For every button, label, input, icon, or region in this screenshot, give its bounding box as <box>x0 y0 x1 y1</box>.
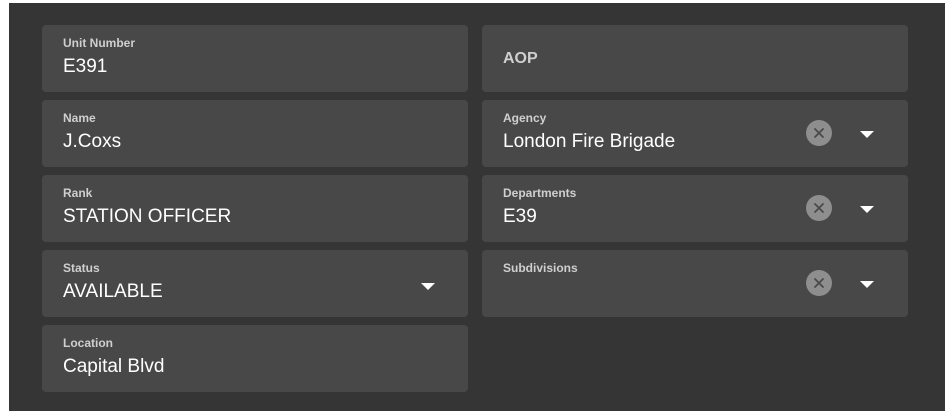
clear-x-icon[interactable] <box>806 120 832 146</box>
clear-x-glyph <box>814 203 824 213</box>
subdivisions-label: Subdivisions <box>503 261 578 275</box>
clear-x-icon[interactable] <box>806 195 832 221</box>
dropdown-caret-icon[interactable] <box>860 131 874 138</box>
name-value[interactable]: J.Coxs <box>63 131 121 153</box>
rank-label: Rank <box>63 186 93 200</box>
clear-x-icon[interactable] <box>806 270 832 296</box>
agency-value: London Fire Brigade <box>503 131 676 152</box>
dropdown-caret-icon[interactable] <box>421 283 435 290</box>
unit-number-value[interactable]: E391 <box>63 56 107 78</box>
departments-value: E39 <box>503 206 537 227</box>
location-value[interactable]: Capital Blvd <box>63 356 164 378</box>
agency-select[interactable]: Agency London Fire Brigade <box>482 100 908 167</box>
departments-label: Departments <box>503 186 577 200</box>
rank-field[interactable]: Rank STATION OFFICER <box>42 175 468 242</box>
location-field[interactable]: Location Capital Blvd <box>42 325 468 392</box>
rank-value[interactable]: STATION OFFICER <box>63 206 231 228</box>
status-value: AVAILABLE <box>63 281 163 302</box>
clear-x-glyph <box>814 128 824 138</box>
status-label: Status <box>63 261 100 275</box>
unit-number-field[interactable]: Unit Number E391 <box>42 25 468 92</box>
status-select[interactable]: Status AVAILABLE <box>42 250 468 317</box>
name-field[interactable]: Name J.Coxs <box>42 100 468 167</box>
aop-field[interactable]: AOP <box>482 25 908 92</box>
departments-select[interactable]: Departments E39 <box>482 175 908 242</box>
aop-placeholder: AOP <box>503 50 538 67</box>
clear-x-glyph <box>814 278 824 288</box>
location-label: Location <box>63 336 113 350</box>
dropdown-caret-icon[interactable] <box>860 206 874 213</box>
subdivisions-select[interactable]: Subdivisions <box>482 250 908 317</box>
name-label: Name <box>63 111 96 125</box>
agency-label: Agency <box>503 111 547 125</box>
unit-form-panel: Unit Number E391 Name J.Coxs Rank STATIO… <box>9 3 945 411</box>
dropdown-caret-icon[interactable] <box>860 281 874 288</box>
unit-number-label: Unit Number <box>63 36 135 50</box>
